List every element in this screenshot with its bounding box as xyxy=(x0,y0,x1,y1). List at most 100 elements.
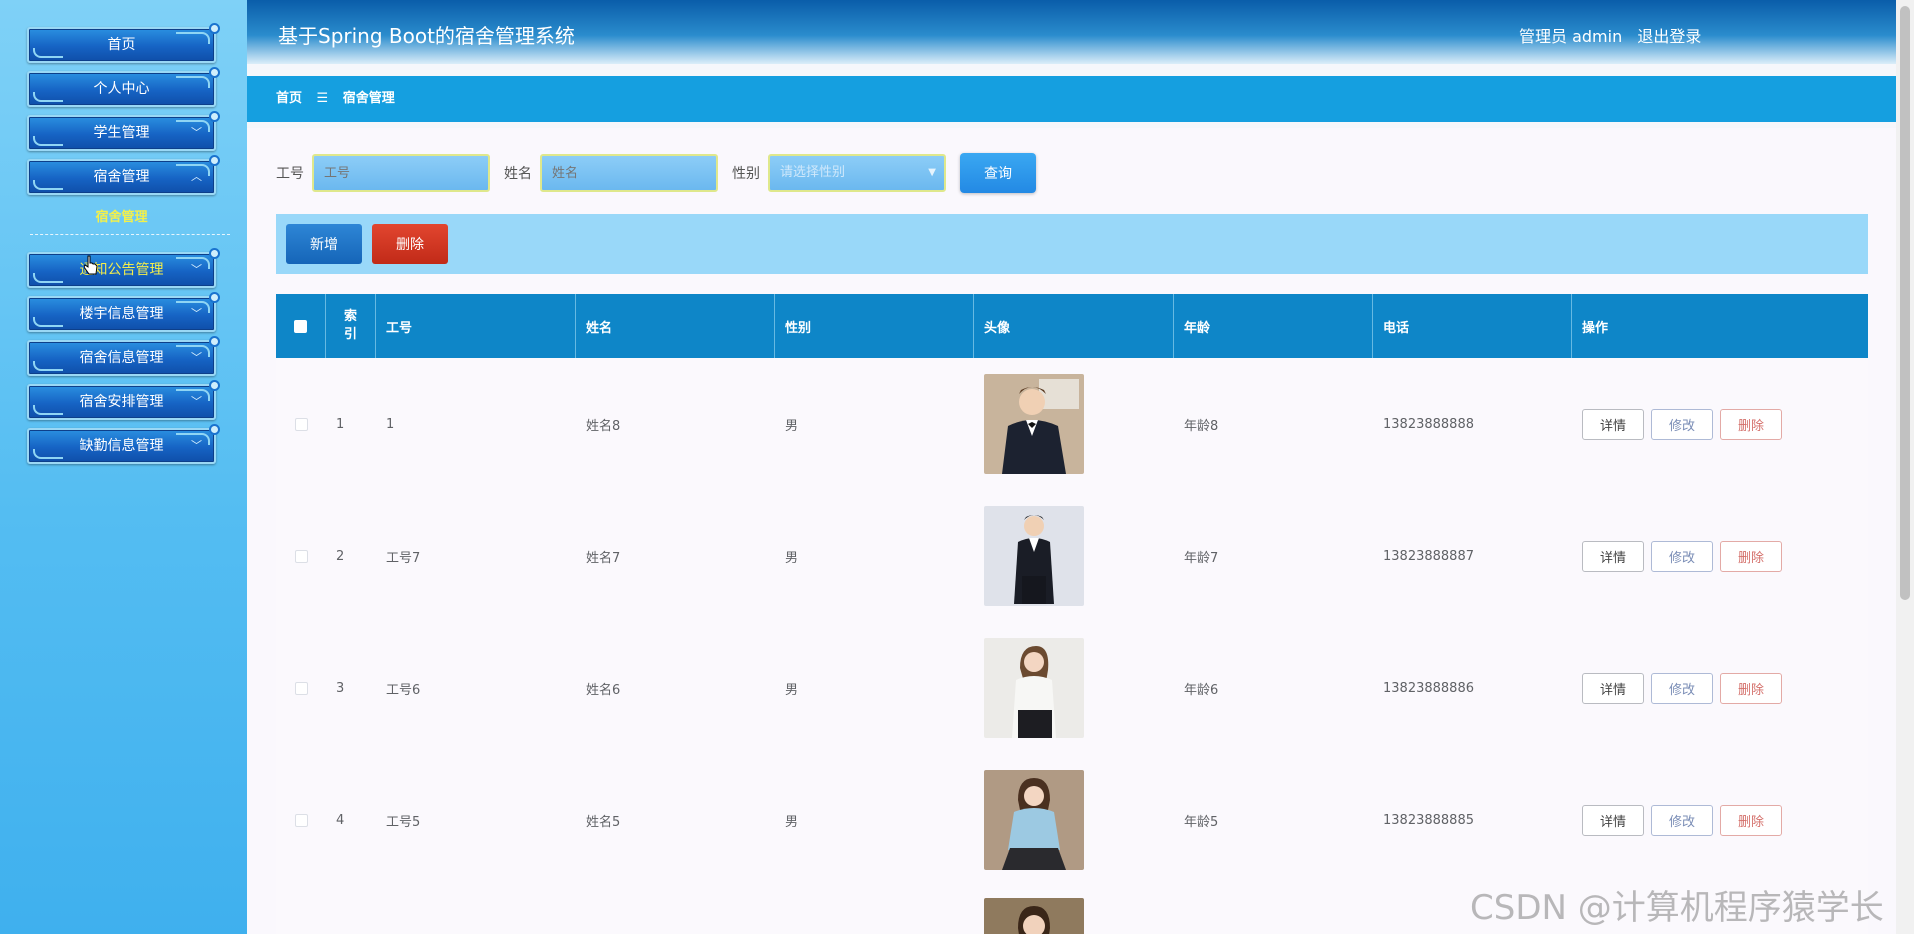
menu-item-label: 缺勤信息管理 xyxy=(79,438,164,454)
scrollbar-thumb[interactable] xyxy=(1900,6,1910,600)
dot-icon xyxy=(209,111,220,122)
edit-button[interactable]: 修改 xyxy=(1651,408,1713,440)
breadcrumb-separator-icon: ☰ xyxy=(316,91,329,106)
avatar-image xyxy=(984,638,1084,738)
select-all-checkbox[interactable] xyxy=(294,319,307,333)
menu-item-dorm-info[interactable]: ﹀ 宿舍信息管理 xyxy=(27,336,220,376)
column-header-phone: 电话 xyxy=(1373,294,1572,358)
row-select-cell xyxy=(276,754,326,886)
job-no-input[interactable] xyxy=(312,154,490,192)
user-role: 管理员 admin xyxy=(1519,27,1623,46)
dot-icon xyxy=(209,380,220,391)
cell-job-no: 工号6 xyxy=(386,682,421,698)
menu-item-building-info[interactable]: ﹀ 楼宇信息管理 xyxy=(27,292,220,332)
column-header-index: 索引 xyxy=(326,294,376,358)
batch-delete-button[interactable]: 删除 xyxy=(372,224,448,264)
table-body: 1 1 姓名8 男 年龄8 13823888888 详情 修改 删除 2 工号7… xyxy=(276,358,1868,934)
delete-button[interactable]: 删除 xyxy=(1720,672,1782,704)
page-scrollbar[interactable] xyxy=(1896,0,1914,934)
cell-job-no: 工号7 xyxy=(386,550,421,566)
chevron-down-icon: ﹀ xyxy=(191,439,202,452)
detail-button[interactable]: 详情 xyxy=(1582,672,1644,704)
dot-icon xyxy=(209,155,220,166)
ornament-icon xyxy=(33,48,63,58)
chevron-down-icon: ﹀ xyxy=(191,263,202,276)
query-button[interactable]: 查询 xyxy=(960,153,1036,193)
cell-name: 姓名5 xyxy=(586,814,621,830)
column-header-actions: 操作 xyxy=(1582,320,1609,336)
menu-item-absence-info[interactable]: ﹀ 缺勤信息管理 xyxy=(27,424,220,464)
gender-label: 性别 xyxy=(732,166,760,182)
menu-item-label: 宿舍安排管理 xyxy=(79,394,164,410)
menu-item-student-management[interactable]: ﹀ 学生管理 xyxy=(27,111,220,151)
cell-avatar xyxy=(974,754,1174,886)
cell-index: 2 xyxy=(336,548,345,564)
job-no-label: 工号 xyxy=(276,166,304,182)
select-all-cell xyxy=(276,294,326,358)
delete-button[interactable]: 删除 xyxy=(1720,540,1782,572)
row-select-cell xyxy=(276,622,326,754)
detail-button[interactable]: 详情 xyxy=(1582,408,1644,440)
cell-avatar xyxy=(974,490,1174,622)
breadcrumb-home[interactable]: 首页 xyxy=(276,91,302,106)
cell-gender: 男 xyxy=(785,550,799,566)
row-select-cell xyxy=(276,490,326,622)
table-row: 1 1 姓名8 男 年龄8 13823888888 详情 修改 删除 xyxy=(276,358,1868,490)
delete-button[interactable]: 删除 xyxy=(1720,804,1782,836)
menu-item-label: 学生管理 xyxy=(93,125,150,141)
cell-phone: 13823888885 xyxy=(1383,812,1474,828)
menu-item-personal-center[interactable]: 个人中心 xyxy=(27,67,220,107)
column-header-name: 姓名 xyxy=(576,294,775,358)
edit-button[interactable]: 修改 xyxy=(1651,540,1713,572)
cell-gender: 男 xyxy=(785,418,799,434)
main-content: 工号 姓名 性别 请选择性别 ▼ 查询 新增 删除 索引 工号 姓名 性别 头像… xyxy=(247,128,1896,934)
name-label: 姓名 xyxy=(504,166,532,182)
cell-actions: 详情 修改 删除 xyxy=(1572,754,1868,886)
cell-avatar xyxy=(974,622,1174,754)
edit-button[interactable]: 修改 xyxy=(1651,672,1713,704)
logout-link[interactable]: 退出登录 xyxy=(1637,27,1701,46)
search-bar: 工号 姓名 性别 请选择性别 ▼ 查询 xyxy=(276,153,1036,193)
ornament-icon xyxy=(33,273,63,283)
delete-button[interactable]: 删除 xyxy=(1720,408,1782,440)
watermark: CSDN @计算机程序猿学长 xyxy=(1470,888,1884,928)
avatar-image xyxy=(984,898,1084,934)
submenu-item-dorm-management[interactable]: 宿舍管理 xyxy=(27,206,216,225)
menu-item-dorm-arrangement[interactable]: ﹀ 宿舍安排管理 xyxy=(27,380,220,420)
add-button[interactable]: 新增 xyxy=(286,224,362,264)
cell-actions: 详情 修改 删除 xyxy=(1572,358,1868,490)
menu-item-notice-management[interactable]: ﹀ 通知公告管理 xyxy=(27,248,220,288)
chevron-down-icon: ﹀ xyxy=(191,395,202,408)
menu-item-home[interactable]: 首页 xyxy=(27,23,220,63)
menu-item-dorm-management[interactable]: ︿ 宿舍管理 xyxy=(27,155,220,195)
chevron-down-icon: ﹀ xyxy=(191,126,202,139)
menu-item-label: 宿舍信息管理 xyxy=(79,350,164,366)
cell-name: 姓名8 xyxy=(586,418,621,434)
cell-index: 4 xyxy=(336,812,345,828)
cell-phone: 13823888887 xyxy=(1383,548,1474,564)
row-select-cell xyxy=(276,358,326,490)
ornament-icon xyxy=(33,92,63,102)
cell-avatar xyxy=(974,886,1174,934)
detail-button[interactable]: 详情 xyxy=(1582,804,1644,836)
avatar-image xyxy=(984,506,1084,606)
detail-button[interactable]: 详情 xyxy=(1582,540,1644,572)
row-checkbox[interactable] xyxy=(294,549,308,563)
dot-icon xyxy=(209,292,220,303)
row-checkbox[interactable] xyxy=(294,417,308,431)
gender-select[interactable]: 请选择性别 ▼ xyxy=(768,154,946,192)
cell-actions: 详情 修改 删除 xyxy=(1572,490,1868,622)
menu-item-label: 宿舍管理 xyxy=(93,169,150,185)
row-checkbox[interactable] xyxy=(294,813,308,827)
user-area: 管理员 admin 退出登录 xyxy=(1519,23,1711,47)
chevron-down-icon: ﹀ xyxy=(191,307,202,320)
row-checkbox[interactable] xyxy=(294,681,308,695)
table-row: 4 工号5 姓名5 男 年龄5 13823888885 详情 修改 删除 xyxy=(276,754,1868,886)
name-input[interactable] xyxy=(540,154,718,192)
edit-button[interactable]: 修改 xyxy=(1651,804,1713,836)
action-bar: 新增 删除 xyxy=(276,214,1868,274)
menu-item-label: 楼宇信息管理 xyxy=(79,306,164,322)
cell-name: 姓名7 xyxy=(586,550,621,566)
cell-gender: 男 xyxy=(785,682,799,698)
cell-phone: 13823888886 xyxy=(1383,680,1474,696)
